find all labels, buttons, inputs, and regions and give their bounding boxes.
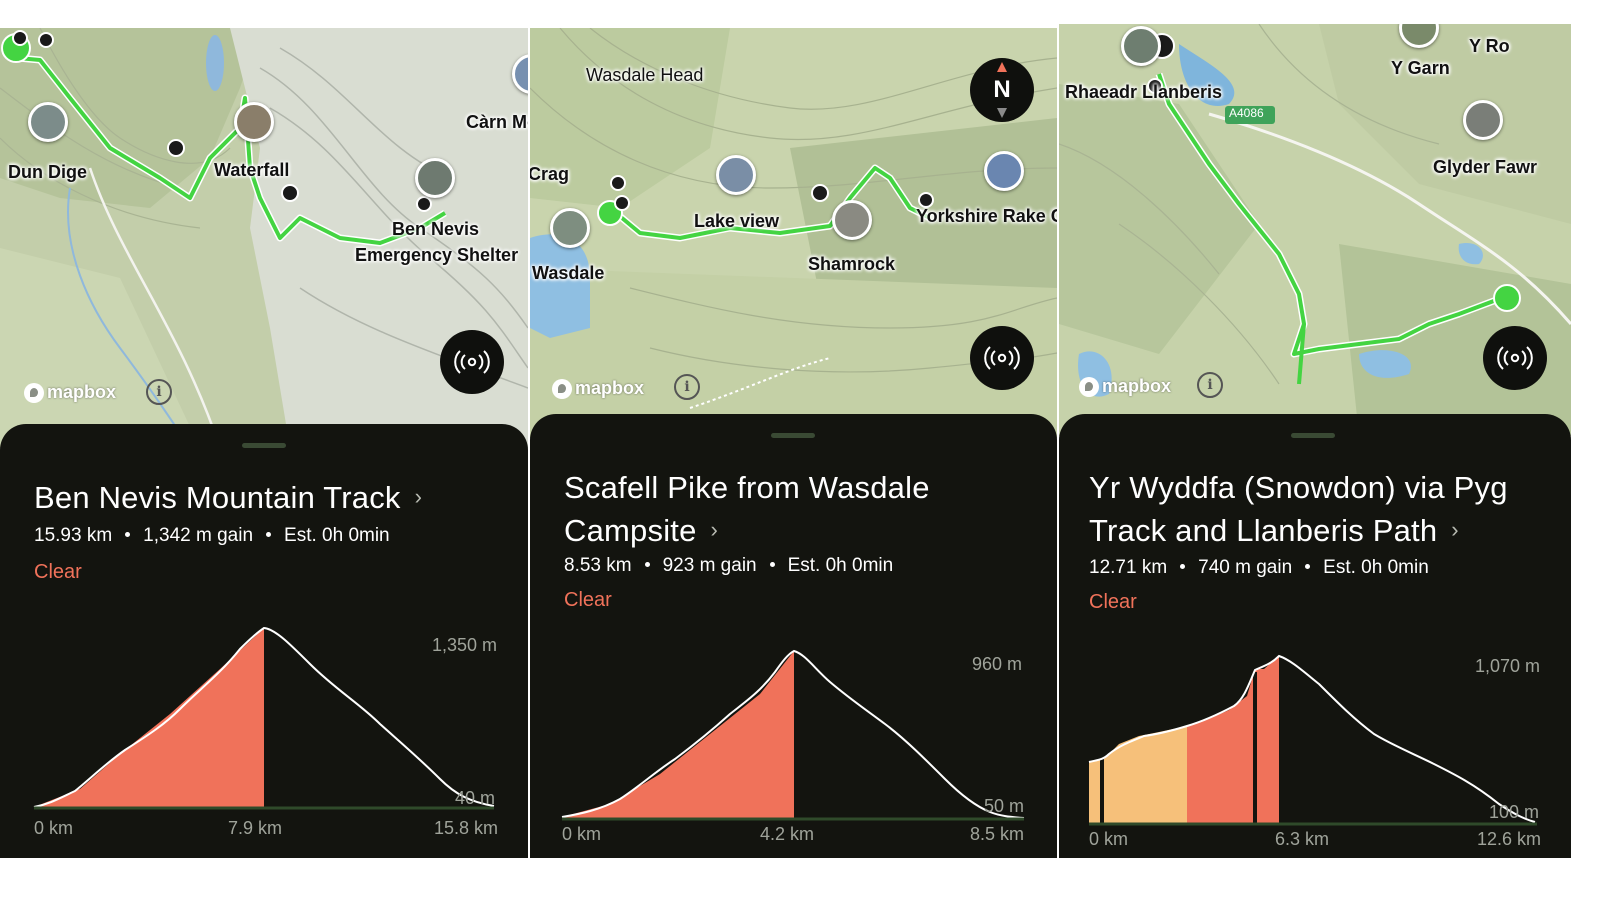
mapbox-attribution[interactable]: mapbox [1079, 376, 1171, 397]
x-axis-label-start: 0 km [1089, 829, 1129, 849]
broadcast-button[interactable] [440, 330, 504, 394]
elevation-max-label: 1,350 m [432, 635, 498, 655]
map-label: Wasdale [532, 263, 605, 283]
photo-pin[interactable] [716, 155, 756, 195]
x-axis-label-end: 12.6 km [1477, 829, 1542, 849]
elevation-max-label: 960 m [972, 654, 1023, 674]
map-view[interactable]: A4086 Rhaeadr Llanberis Y Garn Y Ro Glyd… [1059, 24, 1571, 436]
mapbox-wordmark: mapbox [47, 382, 117, 402]
broadcast-icon [984, 346, 1020, 370]
compass-button[interactable]: N [970, 58, 1034, 122]
map-label: Waterfall [214, 160, 290, 180]
info-icon[interactable]: i [674, 374, 700, 400]
elevation-max-label: 1,070 m [1475, 656, 1541, 676]
route-panel-yr-wyddfa: A4086 Rhaeadr Llanberis Y Garn Y Ro Glyd… [1059, 24, 1571, 858]
photo-pin[interactable] [550, 208, 590, 248]
x-axis-label-mid: 6.3 km [1275, 829, 1330, 849]
map-label: Crag [530, 164, 570, 184]
elevation-min-label: 50 m [984, 796, 1025, 816]
map-label: Shamrock [808, 254, 896, 274]
photo-pin[interactable] [1463, 100, 1503, 140]
photo-pin[interactable] [28, 102, 68, 142]
route-sheet: Yr Wyddfa (Snowdon) via Pyg Track and Ll… [1059, 414, 1571, 858]
route-panel-scafell-pike: Wasdale Head Crag Wasdale Lake view Sham… [530, 28, 1057, 858]
road-badge: A4086 [1229, 106, 1264, 120]
mapbox-attribution[interactable]: mapbox [552, 378, 644, 399]
map-view[interactable]: Wasdale Head Crag Wasdale Lake view Sham… [530, 28, 1057, 438]
map-label: Emergency Shelter [355, 245, 519, 265]
photo-pin[interactable] [1121, 26, 1161, 66]
mapbox-logo-icon [552, 378, 572, 399]
x-axis-label-start: 0 km [34, 818, 74, 838]
route-panel-ben-nevis: Dun Dige Waterfall Ben Nevis Emergency S… [0, 28, 528, 858]
elevation-min-label: 100 m [1489, 802, 1540, 822]
map-label: Y Ro [1469, 36, 1510, 56]
map-view[interactable]: Dun Dige Waterfall Ben Nevis Emergency S… [0, 28, 528, 448]
compass-label: N [993, 76, 1011, 103]
mapbox-logo-icon [1079, 376, 1099, 397]
map-label: Dun Dige [8, 162, 87, 182]
mapbox-wordmark: mapbox [1102, 376, 1172, 396]
photo-pin[interactable] [234, 102, 274, 142]
broadcast-icon [1497, 346, 1533, 370]
broadcast-button[interactable] [1483, 326, 1547, 390]
photo-pin[interactable] [984, 151, 1024, 191]
map-label: Ben Nevis [392, 219, 480, 239]
x-axis-label-end: 8.5 km [970, 824, 1025, 844]
map-label: Yorkshire Rake Cr [916, 206, 1057, 226]
map-label: Rhaeadr Llanberis [1065, 82, 1223, 102]
elevation-min-label: 40 m [455, 788, 496, 808]
map-label: Glyder Fawr [1433, 157, 1538, 177]
elevation-chart[interactable] [1059, 414, 1571, 858]
info-icon[interactable]: i [1197, 372, 1223, 398]
elevation-chart[interactable] [530, 414, 1057, 858]
mapbox-wordmark: mapbox [575, 378, 645, 398]
map-label: Y Garn [1391, 58, 1450, 78]
x-axis-label-mid: 4.2 km [760, 824, 815, 844]
x-axis-label-start: 0 km [562, 824, 602, 844]
map-label: Lake view [694, 211, 780, 231]
x-axis-label-mid: 7.9 km [228, 818, 283, 838]
route-sheet: Ben Nevis Mountain Track › 15.93 km 1,342 … [0, 424, 528, 858]
broadcast-button[interactable] [970, 326, 1034, 390]
x-axis-label-end: 15.8 km [434, 818, 499, 838]
route-sheet: Scafell Pike from Wasdale Campsite › 8.53… [530, 414, 1057, 858]
map-label: Wasdale Head [586, 65, 704, 85]
photo-pin[interactable] [415, 158, 455, 198]
map-label: Càrn Mò [466, 112, 528, 132]
photo-pin[interactable] [832, 200, 872, 240]
mapbox-logo-icon [24, 382, 44, 403]
info-icon[interactable]: i [146, 379, 172, 405]
mapbox-attribution[interactable]: mapbox [24, 382, 116, 403]
broadcast-icon [454, 350, 490, 374]
